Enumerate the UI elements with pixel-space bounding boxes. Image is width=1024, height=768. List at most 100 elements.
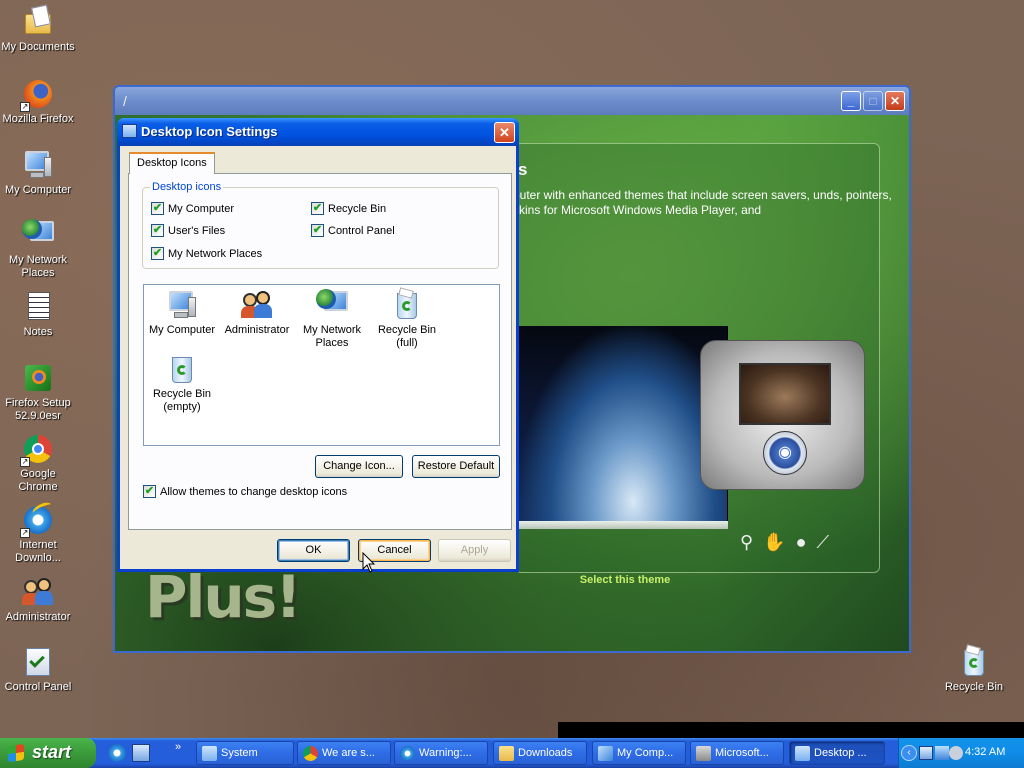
restore-default-button[interactable]: Restore Default xyxy=(412,455,500,478)
checkbox-box[interactable]: ✔ xyxy=(311,224,324,237)
taskbar-item-my-computer[interactable]: My Comp... xyxy=(592,741,686,765)
checkbox-label: Recycle Bin xyxy=(328,202,387,215)
wand-icon: ⟋ xyxy=(816,532,830,552)
checkbox-label: Control Panel xyxy=(328,224,395,237)
plus-window-icon: / xyxy=(123,93,127,109)
ok-button[interactable]: OK xyxy=(277,539,350,562)
tray-expand-icon[interactable]: ‹ xyxy=(901,745,917,761)
start-label: start xyxy=(32,742,72,762)
desktop-icon-mozilla-firefox[interactable]: ↗ Mozilla Firefox xyxy=(0,78,76,126)
taskbar-item-label: My Comp... xyxy=(617,747,674,759)
quick-launch-ie-icon[interactable] xyxy=(108,744,126,762)
checkbox-users-files[interactable]: ✔ User's Files xyxy=(151,224,225,237)
desktop-icon-settings-dialog[interactable]: Desktop Icon Settings ✕ Desktop Icons De… xyxy=(117,118,519,572)
desktop-icon-google-chrome[interactable]: ↗ Google Chrome xyxy=(0,433,76,494)
display-properties-icon xyxy=(122,124,137,138)
taskbar-item-microsoft[interactable]: Microsoft... xyxy=(690,741,784,765)
checkbox-allow-themes[interactable]: ✔ Allow themes to change desktop icons xyxy=(143,485,347,498)
plus-window-titlebar[interactable]: / _ □ ✕ xyxy=(115,87,909,115)
desktop-icon-list[interactable]: My Computer Administrator My Network Pla… xyxy=(143,284,500,446)
dialog-titlebar[interactable]: Desktop Icon Settings ✕ xyxy=(117,118,519,146)
checkbox-box[interactable]: ✔ xyxy=(151,247,164,260)
hand-pointer-icon: ✋ xyxy=(763,532,786,552)
desktop-icon-my-computer[interactable]: My Computer xyxy=(0,149,76,197)
list-item-recycle-bin-empty[interactable]: Recycle Bin (empty) xyxy=(146,353,218,414)
start-button[interactable]: start xyxy=(0,738,96,768)
my-computer-icon xyxy=(22,149,54,181)
my-computer-icon xyxy=(166,289,198,321)
taskbar-item-label: Warning:... xyxy=(419,747,472,759)
checkbox-control-panel[interactable]: ✔ Control Panel xyxy=(311,224,395,237)
tab-desktop-icons[interactable]: Desktop Icons xyxy=(129,152,215,174)
list-item-label: My Network Places xyxy=(302,324,362,349)
internet-download-icon: ↗ xyxy=(20,500,54,538)
list-item-recycle-bin-full[interactable]: Recycle Bin (full) xyxy=(371,287,443,350)
taskbar: start » System We are s... Warning:... D… xyxy=(0,738,1024,768)
tray-volume-icon[interactable] xyxy=(949,746,963,760)
close-button[interactable]: ✕ xyxy=(885,91,905,111)
checkbox-my-network-places[interactable]: ✔ My Network Places xyxy=(151,247,262,260)
tray-network-icon[interactable] xyxy=(919,746,933,760)
taskbar-item-downloads[interactable]: Downloads xyxy=(493,741,587,765)
list-item-my-network-places[interactable]: My Network Places xyxy=(296,289,368,350)
select-this-theme-link[interactable]: Select this theme xyxy=(515,574,735,586)
desktop-icon-label: Internet Downlo... xyxy=(15,539,61,564)
desktop-icon-label: Recycle Bin xyxy=(944,681,1004,693)
desktop-icon-my-network-places[interactable]: My Network Places xyxy=(0,219,76,280)
ie-icon xyxy=(400,746,415,761)
maximize-button: □ xyxy=(863,91,883,111)
quick-launch-show-desktop-icon[interactable] xyxy=(132,744,150,762)
checkbox-box[interactable]: ✔ xyxy=(143,485,156,498)
taskbar-item-desktop[interactable]: Desktop ... xyxy=(789,741,885,765)
desktop-icon-label: Administrator xyxy=(5,611,71,623)
control-panel-icon xyxy=(22,646,54,678)
checkbox-label: User's Files xyxy=(168,224,226,237)
minimize-button[interactable]: _ xyxy=(841,91,861,111)
desktop-icon-recycle-bin[interactable]: Recycle Bin xyxy=(936,644,1012,694)
list-item-administrator[interactable]: Administrator xyxy=(221,289,293,337)
system-tray: ‹ 4:32 AM xyxy=(898,738,1024,768)
taskbar-item-system[interactable]: System xyxy=(196,741,294,765)
system-icon xyxy=(202,746,217,761)
folder-icon xyxy=(499,746,514,761)
desktop-icon-notes[interactable]: Notes xyxy=(0,291,76,339)
list-item-label: Recycle Bin (empty) xyxy=(152,388,212,413)
checkbox-label: My Computer xyxy=(168,202,235,215)
checkbox-box[interactable]: ✔ xyxy=(151,202,164,215)
taskbar-item-label: Downloads xyxy=(518,747,573,759)
apply-button: Apply xyxy=(438,539,511,562)
checkbox-box[interactable]: ✔ xyxy=(151,224,164,237)
checkbox-box[interactable]: ✔ xyxy=(311,202,324,215)
notes-icon xyxy=(22,291,54,323)
list-item-label: My Computer xyxy=(148,324,216,336)
tray-clock[interactable]: 4:32 AM xyxy=(965,746,1005,758)
desktop-icon-label: Control Panel xyxy=(4,681,72,693)
player-screen xyxy=(739,363,831,425)
recycle-bin-full-icon xyxy=(391,287,423,321)
list-item-my-computer[interactable]: My Computer xyxy=(146,289,218,337)
plus-theme-icon xyxy=(696,746,711,761)
checkbox-label: Allow themes to change desktop icons xyxy=(160,485,348,498)
dialog-close-button[interactable]: ✕ xyxy=(494,122,515,143)
quick-launch-more-icon[interactable]: » xyxy=(175,741,181,753)
my-computer-icon xyxy=(598,746,613,761)
desktop-icon-label: My Documents xyxy=(1,41,75,53)
list-item-label: Administrator xyxy=(224,324,290,336)
broom-icon: ⚲ xyxy=(740,532,754,552)
desktop-icon-internet-download[interactable]: ↗ Internet Downlo... xyxy=(0,500,76,565)
chrome-icon xyxy=(303,746,318,761)
desktop-icon-my-documents[interactable]: My Documents xyxy=(0,4,76,54)
desktop-icon-firefox-setup[interactable]: Firefox Setup 52.9.0esr xyxy=(0,362,76,423)
checkbox-recycle-bin[interactable]: ✔ Recycle Bin xyxy=(311,202,386,215)
checkbox-my-computer[interactable]: ✔ My Computer xyxy=(151,202,234,215)
change-icon-button[interactable]: Change Icon... xyxy=(315,455,403,478)
desktop-icon-control-panel[interactable]: Control Panel xyxy=(0,646,76,694)
desktop-icon-administrator[interactable]: Administrator xyxy=(0,576,76,624)
taskbar-item-chrome[interactable]: We are s... xyxy=(297,741,391,765)
desktop-icon-label: Google Chrome xyxy=(18,468,58,493)
desktop-icon-label: My Network Places xyxy=(8,254,68,279)
installer-icon xyxy=(22,362,54,394)
tray-monitor-icon[interactable] xyxy=(935,746,949,760)
taskbar-item-label: System xyxy=(221,747,258,759)
taskbar-item-warning[interactable]: Warning:... xyxy=(394,741,488,765)
